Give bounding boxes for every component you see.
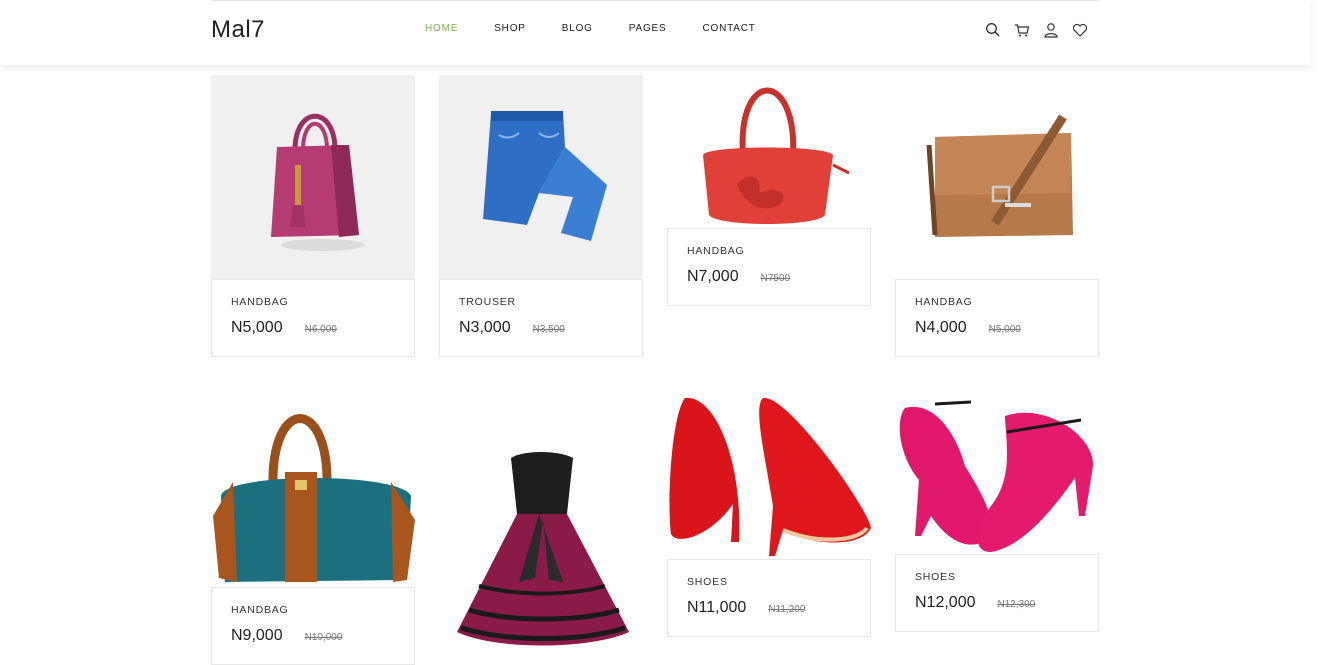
product-info: SHOES N11,000 N11,200: [667, 559, 871, 637]
main-nav: HOME SHOP BLOG PAGES CONTACT: [425, 23, 792, 34]
product-old-price: N7500: [760, 273, 791, 284]
product-price: N3,000: [459, 319, 511, 336]
product-info: HANDBAG N5,000 N6,000: [211, 279, 415, 357]
product-category: HANDBAG: [915, 296, 973, 308]
product-price: N9,000: [231, 627, 283, 644]
product-card[interactable]: HANDBAG N7,000 N7500: [667, 75, 871, 306]
product-image-blue-jeans[interactable]: [439, 75, 643, 279]
header-icons: [985, 22, 1088, 38]
product-info: HANDBAG N9,000 N10,000: [211, 587, 415, 665]
product-card[interactable]: TROUSER N3,000 N3,500: [439, 75, 643, 357]
product-card[interactable]: HANDBAG N9,000 N10,000: [211, 396, 415, 665]
nav-pages[interactable]: PAGES: [629, 23, 667, 34]
product-price: N4,000: [915, 319, 967, 336]
product-image-red-handbag[interactable]: [667, 75, 871, 228]
product-card[interactable]: SHOES N12,000 N12,300: [895, 396, 1099, 632]
user-icon[interactable]: [1043, 22, 1059, 38]
nav-contact[interactable]: CONTACT: [702, 23, 755, 34]
product-category: HANDBAG: [231, 604, 289, 616]
product-old-price: N11,200: [768, 604, 806, 615]
product-card[interactable]: [439, 396, 643, 665]
product-image-black-pink-dress[interactable]: [439, 396, 643, 665]
site-logo[interactable]: Mal7: [211, 16, 265, 44]
nav-blog[interactable]: BLOG: [562, 23, 593, 34]
product-category: HANDBAG: [231, 296, 289, 308]
product-old-price: N10,000: [304, 632, 343, 643]
product-price: N11,000: [687, 599, 747, 616]
product-card[interactable]: HANDBAG N4,000 N5,000: [895, 75, 1099, 357]
heart-icon[interactable]: [1072, 22, 1088, 38]
product-image-brown-messenger-bag[interactable]: [895, 75, 1099, 279]
header-top-divider: [211, 0, 1099, 1]
product-old-price: N5,000: [988, 324, 1021, 335]
product-info: HANDBAG N4,000 N5,000: [895, 279, 1099, 357]
product-price: N12,000: [915, 594, 976, 611]
product-info: HANDBAG N7,000 N7500: [667, 228, 871, 306]
product-info: SHOES N12,000 N12,300: [895, 554, 1099, 632]
product-card[interactable]: SHOES N11,000 N11,200: [667, 396, 871, 637]
product-category: TROUSER: [459, 296, 516, 308]
product-image-pink-handbag[interactable]: [211, 75, 415, 279]
product-price: N7,000: [687, 268, 739, 285]
nav-shop[interactable]: SHOP: [494, 23, 526, 34]
product-old-price: N12,300: [997, 599, 1036, 610]
search-icon[interactable]: [985, 22, 1001, 38]
product-image-teal-brown-handbag[interactable]: [211, 396, 415, 587]
product-card[interactable]: HANDBAG N5,000 N6,000: [211, 75, 415, 357]
product-category: HANDBAG: [687, 245, 745, 257]
product-image-red-heels[interactable]: [667, 396, 871, 559]
cart-icon[interactable]: [1014, 22, 1030, 38]
nav-home[interactable]: HOME: [425, 23, 458, 34]
product-info: TROUSER N3,000 N3,500: [439, 279, 643, 357]
product-category: SHOES: [687, 576, 728, 588]
product-price: N5,000: [231, 319, 283, 336]
product-category: SHOES: [915, 571, 956, 583]
product-old-price: N6,000: [304, 324, 337, 335]
product-image-pink-heels[interactable]: [895, 396, 1099, 554]
site-header: Mal7 HOME SHOP BLOG PAGES CONTACT: [0, 0, 1310, 65]
product-old-price: N3,500: [532, 324, 565, 335]
